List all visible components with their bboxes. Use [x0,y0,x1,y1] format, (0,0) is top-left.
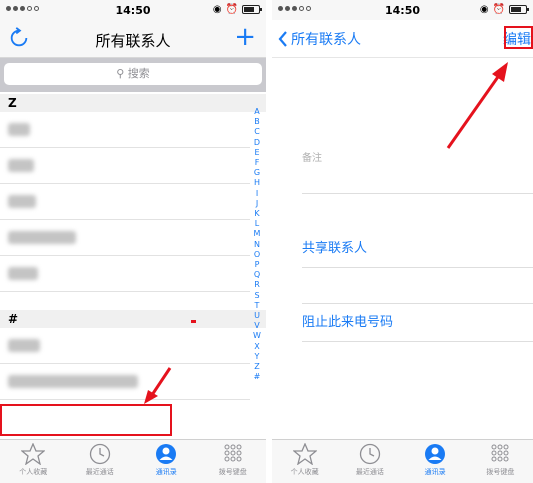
alphabet-index[interactable]: A B C D E F G H I J K L M N O P Q R S T U V W X Y Z # [252,107,262,382]
contact-row[interactable] [0,364,250,400]
index-letter[interactable]: F [252,158,262,168]
share-contact-button[interactable]: 共享联系人 [302,230,533,268]
contacts-list-screen: 14:50 ◉ ⏰ 所有联系人 + ⚲ 搜索 Z # ABCDEFGHIJKLM… [0,0,266,483]
tab-recents[interactable]: 最近通话 [337,440,402,483]
annotation-arrow [144,367,172,404]
index-letter[interactable]: L [252,219,262,229]
battery-icon [509,5,529,14]
contact-row[interactable] [0,184,250,220]
keypad-icon [224,444,242,462]
index-letter[interactable]: T [252,301,262,311]
back-button-label: 所有联系人 [291,32,361,48]
index-letter[interactable]: Z [252,362,262,372]
keypad-icon [491,444,509,462]
status-bar: 14:50 ◉ ⏰ [272,0,533,20]
index-letter[interactable]: W [252,331,262,341]
index-letter[interactable]: R [252,280,262,290]
index-letter[interactable]: X [252,342,262,352]
search-placeholder: 搜索 [127,67,150,80]
tab-favorites[interactable]: 个人收藏 [272,440,337,483]
tab-label: 拨号键盘 [218,468,247,476]
index-letter[interactable]: G [252,168,262,178]
index-letter[interactable]: N [252,240,262,250]
highlight-box [504,26,533,49]
index-letter[interactable]: # [252,372,262,382]
index-letter[interactable]: B [252,117,262,127]
navigation-bar: 所有联系人 编辑 [272,20,533,58]
index-letter[interactable]: V [252,321,262,331]
clock-icon [359,443,381,465]
annotation-arrow [446,62,508,149]
index-letter[interactable]: P [252,260,262,270]
index-letter[interactable]: D [252,138,262,148]
block-caller-button[interactable]: 阻止此来电号码 [302,304,533,342]
index-letter[interactable]: J [252,199,262,209]
star-icon [292,443,317,465]
add-contact-button[interactable]: + [234,23,256,51]
note-label: 备注 [302,153,322,164]
contact-row[interactable] [0,292,250,310]
tab-label: 通讯录 [155,468,177,476]
index-letter[interactable]: Q [252,270,262,280]
contacts-icon [425,444,446,464]
section-header-z: Z [0,94,266,112]
navigation-bar: 所有联系人 + [0,20,266,58]
tab-recents[interactable]: 最近通话 [67,440,134,483]
annotation-mark [191,320,196,323]
tab-bar: 个人收藏 最近通话 通讯录 拨号键盘 [0,439,266,483]
contact-row[interactable] [0,148,250,184]
tab-contacts[interactable]: 通讯录 [403,440,468,483]
contact-row[interactable] [0,256,250,292]
chevron-left-icon [278,31,287,47]
tab-keypad[interactable]: 拨号键盘 [200,440,267,483]
highlight-box [0,404,172,436]
star-icon [21,443,46,465]
tab-bar: 个人收藏 最近通话 通讯录 拨号键盘 [272,439,533,483]
tab-label: 最近通话 [85,468,114,476]
tab-label: 最近通话 [355,468,384,476]
index-letter[interactable]: O [252,250,262,260]
index-letter[interactable]: S [252,291,262,301]
rotation-lock-icon: ◉ [479,4,489,15]
tab-label: 拨号键盘 [486,468,515,476]
section-header-hash: # [0,310,266,328]
tab-label: 个人收藏 [19,468,48,476]
contact-row[interactable] [0,328,250,364]
clock-icon [89,443,110,465]
index-letter[interactable]: A [252,107,262,117]
alarm-icon: ⏰ [492,4,505,15]
tab-favorites[interactable]: 个人收藏 [0,440,67,483]
page-title: 所有联系人 [95,32,171,50]
search-icon: ⚲ [116,67,125,80]
index-letter[interactable]: H [252,178,262,188]
contact-row[interactable] [0,112,250,148]
back-button[interactable]: 所有联系人 [278,29,361,49]
index-letter[interactable]: U [252,311,262,321]
search-input[interactable]: ⚲ 搜索 [4,63,262,85]
search-bar: ⚲ 搜索 [0,58,266,92]
contact-row[interactable] [0,220,250,256]
divider [302,193,533,194]
alarm-icon: ⏰ [225,4,238,15]
contact-detail-screen: 14:50 ◉ ⏰ 所有联系人 编辑 备注 共享联系人 阻止此来电号码 个人收藏… [272,0,533,483]
status-bar: 14:50 ◉ ⏰ [0,0,266,20]
index-letter[interactable]: K [252,209,262,219]
tab-keypad[interactable]: 拨号键盘 [468,440,533,483]
index-letter[interactable]: C [252,127,262,137]
rotation-lock-icon: ◉ [212,4,222,15]
tab-contacts[interactable]: 通讯录 [133,440,200,483]
tab-label: 个人收藏 [290,468,319,476]
index-letter[interactable]: M [252,229,262,239]
index-letter[interactable]: Y [252,352,262,362]
index-letter[interactable]: I [252,189,262,199]
tab-label: 通讯录 [424,468,446,476]
battery-icon [242,5,262,14]
contacts-icon [156,444,177,464]
index-letter[interactable]: E [252,148,262,158]
